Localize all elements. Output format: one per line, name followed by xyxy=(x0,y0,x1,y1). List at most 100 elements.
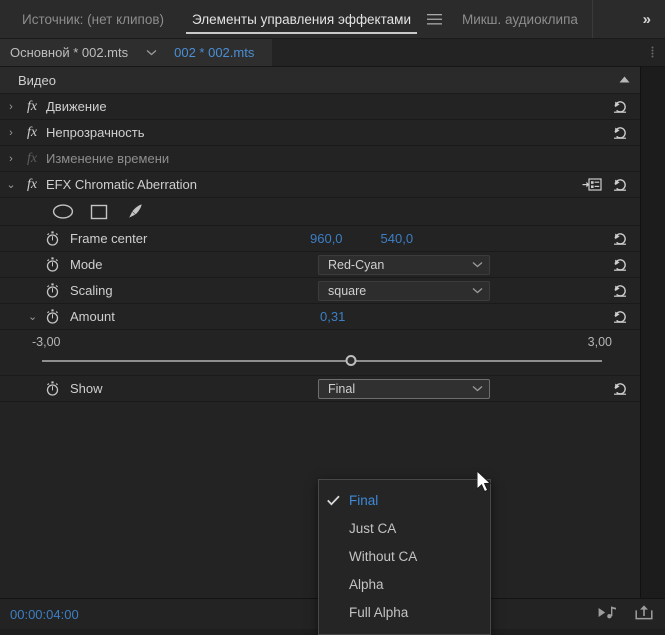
frame-center-values: 960,0 540,0 xyxy=(310,231,413,246)
tab-overflow-button[interactable]: » xyxy=(633,0,665,38)
effect-row-actions xyxy=(582,178,640,192)
amount-slider-max-label: 3,00 xyxy=(587,335,612,349)
chevron-down-icon xyxy=(472,287,483,294)
effect-row-time-remapping[interactable]: › fx Изменение времени xyxy=(0,146,640,172)
twisty-icon[interactable]: › xyxy=(0,153,22,165)
tab-source-label: Источник: (нет клипов) xyxy=(22,11,165,27)
hamburger-menu-icon[interactable] xyxy=(425,0,448,38)
tab-overflow-label: » xyxy=(642,10,651,28)
clip-sequence-label: 002 * 002.mts xyxy=(174,45,255,60)
param-row-frame-center[interactable]: Frame center 960,0 540,0 xyxy=(0,226,640,252)
dropdown-option-full-alpha-label: Full Alpha xyxy=(349,604,409,620)
param-row-mode[interactable]: Mode Red-Cyan xyxy=(0,252,640,278)
reset-icon[interactable] xyxy=(612,232,628,246)
effect-row-efx-chromatic-aberration[interactable]: ⌄ fx EFX Chromatic Aberration xyxy=(0,172,640,198)
reset-icon[interactable] xyxy=(612,258,628,272)
clip-selector-strip: Основной * 002.mts 002 * 002.mts xyxy=(0,39,665,67)
mode-select[interactable]: Red-Cyan xyxy=(318,254,490,275)
param-row-actions xyxy=(612,258,640,272)
param-row-actions xyxy=(612,232,640,246)
dropdown-option-just-ca[interactable]: Just CA xyxy=(319,514,490,542)
reset-icon[interactable] xyxy=(612,310,628,324)
show-select-value: Final xyxy=(328,381,356,396)
scaling-select-value: square xyxy=(328,283,367,298)
dropdown-option-alpha[interactable]: Alpha xyxy=(319,570,490,598)
chevron-down-icon xyxy=(472,385,483,392)
stopwatch-icon[interactable] xyxy=(46,231,64,246)
tab-source[interactable]: Источник: (нет клипов) xyxy=(0,0,178,38)
fx-icon: fx xyxy=(26,176,38,192)
dropdown-option-alpha-label: Alpha xyxy=(349,576,384,592)
reset-icon[interactable] xyxy=(612,178,628,192)
amount-value[interactable]: 0,31 xyxy=(320,309,345,324)
clip-master-label: Основной * 002.mts xyxy=(10,45,129,60)
param-label-scaling: Scaling xyxy=(70,283,113,298)
param-row-actions xyxy=(612,310,640,324)
play-audio-icon[interactable] xyxy=(598,606,617,622)
free-form-view-icon[interactable] xyxy=(582,178,602,191)
chevron-down-icon[interactable] xyxy=(138,39,165,66)
param-row-actions xyxy=(612,284,640,298)
twisty-icon-amount[interactable]: ⌄ xyxy=(28,310,37,323)
dropdown-option-final[interactable]: Final xyxy=(319,486,490,514)
video-section-header[interactable]: Видео xyxy=(0,67,640,94)
panel-grip-handle[interactable] xyxy=(648,39,665,66)
ellipse-mask-tool-icon[interactable] xyxy=(52,203,74,221)
clip-sequence-tab[interactable]: 002 * 002.mts xyxy=(164,39,273,66)
effect-row-opacity[interactable]: › fx Непрозрачность xyxy=(0,120,640,146)
effect-row-actions xyxy=(612,100,640,114)
panel-body: Видео › fx Движение › fx Непрозрачность … xyxy=(0,67,665,635)
export-frame-icon[interactable] xyxy=(635,605,653,623)
stopwatch-icon[interactable] xyxy=(46,381,64,396)
dropdown-option-full-alpha[interactable]: Full Alpha xyxy=(319,598,490,626)
effect-row-motion[interactable]: › fx Движение xyxy=(0,94,640,120)
tab-audio-clip-mixer-label: Микш. аудиоклипа xyxy=(461,11,578,27)
reset-icon[interactable] xyxy=(612,382,628,396)
footer-icon-group xyxy=(598,605,653,623)
twisty-icon[interactable]: ⌄ xyxy=(0,178,22,191)
dropdown-option-without-ca-label: Without CA xyxy=(349,548,418,564)
twisty-icon[interactable]: › xyxy=(0,127,22,139)
amount-slider-knob[interactable] xyxy=(345,355,357,366)
amount-slider-min-label: -3,00 xyxy=(32,335,61,349)
param-row-show[interactable]: Show Final xyxy=(0,376,640,402)
timeline-column[interactable] xyxy=(640,67,665,598)
show-select[interactable]: Final xyxy=(318,378,490,399)
twisty-icon[interactable]: › xyxy=(0,101,22,113)
param-row-actions xyxy=(612,382,640,396)
tab-effect-controls[interactable]: Элементы управления эффектами xyxy=(178,0,425,38)
reset-icon[interactable] xyxy=(612,284,628,298)
stopwatch-icon[interactable] xyxy=(46,283,64,298)
param-label-mode: Mode xyxy=(70,257,103,272)
fx-icon: fx xyxy=(26,98,38,114)
effect-name-motion: Движение xyxy=(46,99,107,114)
show-dropdown-menu[interactable]: Final Just CA Without CA Alpha Full Alph… xyxy=(318,479,491,635)
frame-center-x-value[interactable]: 960,0 xyxy=(310,231,343,246)
dropdown-option-without-ca[interactable]: Without CA xyxy=(319,542,490,570)
scaling-select[interactable]: square xyxy=(318,280,490,301)
pen-mask-tool-icon[interactable] xyxy=(124,203,146,221)
stopwatch-icon[interactable] xyxy=(46,257,64,272)
mask-tools-row xyxy=(0,198,640,226)
rectangle-mask-tool-icon[interactable] xyxy=(88,203,110,221)
reset-icon[interactable] xyxy=(612,100,628,114)
stopwatch-icon[interactable] xyxy=(46,309,64,324)
reset-icon[interactable] xyxy=(612,126,628,140)
clip-master-tab[interactable]: Основной * 002.mts xyxy=(0,39,139,66)
param-label-show: Show xyxy=(70,381,103,396)
effect-row-actions xyxy=(612,126,640,140)
active-tab-underline xyxy=(186,32,417,34)
amount-slider-track[interactable] xyxy=(42,355,602,366)
tab-audio-clip-mixer[interactable]: Микш. аудиоклипа xyxy=(448,0,593,38)
param-label-amount: Amount xyxy=(70,309,115,324)
tab-effect-controls-label: Элементы управления эффектами xyxy=(192,11,411,27)
playhead-timecode[interactable]: 00:00:04:00 xyxy=(10,607,79,622)
triangle-up-icon[interactable] xyxy=(619,76,630,85)
effect-name-opacity: Непрозрачность xyxy=(46,125,145,140)
param-row-amount[interactable]: ⌄ Amount 0,31 xyxy=(0,304,640,330)
effect-name-time-remapping: Изменение времени xyxy=(46,151,170,166)
param-row-scaling[interactable]: Scaling square xyxy=(0,278,640,304)
checkmark-icon xyxy=(327,495,345,506)
video-section-title: Видео xyxy=(18,72,56,88)
frame-center-y-value[interactable]: 540,0 xyxy=(381,231,414,246)
